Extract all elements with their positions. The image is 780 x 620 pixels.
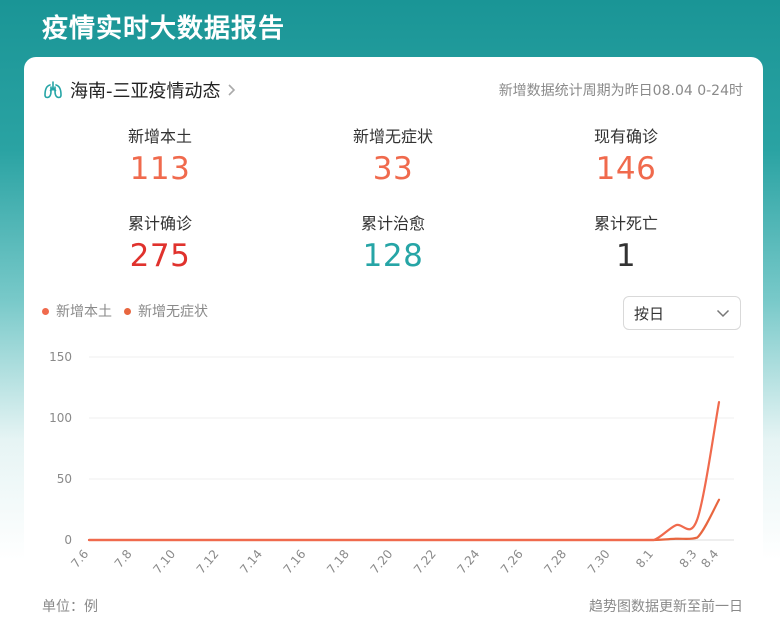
x-tick-label: 7.18	[324, 547, 352, 576]
legend-label: 新增本土	[56, 304, 112, 320]
stat-label: 累计确诊	[127, 214, 192, 233]
stat-total-deaths: 累计死亡 1	[526, 210, 726, 274]
y-tick-label: 100	[49, 411, 72, 425]
x-tick-label: 7.12	[194, 547, 222, 576]
chevron-down-icon	[716, 304, 730, 322]
region-title: 海南-三亚疫情动态	[70, 81, 221, 102]
legend-dot	[124, 307, 131, 315]
period-note: 新增数据统计周期为昨日08.04 0-24时	[498, 83, 743, 99]
x-tick-label: 8.4	[698, 547, 721, 571]
x-tick-label: 7.20	[368, 547, 396, 576]
stat-value: 1	[615, 238, 637, 274]
stat-value: 113	[129, 151, 191, 187]
x-tick-label: 7.22	[411, 547, 439, 576]
unit-label: 单位：例	[42, 599, 98, 615]
y-tick-label: 0	[64, 533, 72, 547]
chart-legend: 新增本土 新增无症状	[42, 301, 220, 321]
legend-item-new-asymptomatic[interactable]: 新增无症状	[124, 301, 208, 321]
legend-dot	[42, 307, 49, 315]
x-tick-label: 7.8	[112, 547, 135, 571]
x-tick-label: 7.30	[585, 547, 613, 576]
x-tick-label: 8.3	[677, 547, 700, 571]
x-tick-label: 7.14	[237, 547, 265, 576]
y-tick-label: 50	[57, 472, 72, 486]
stat-new-local: 新增本土 113	[60, 123, 260, 187]
stat-total-cured: 累计治愈 128	[293, 210, 493, 274]
stat-value: 33	[372, 151, 414, 187]
series-line	[87, 401, 721, 542]
stat-label: 累计治愈	[360, 214, 425, 233]
epidemic-card: 海南-三亚疫情动态 新增数据统计周期为昨日08.04 0-24时 新增本土 11…	[24, 57, 763, 620]
chevron-right-icon	[227, 83, 236, 97]
stat-label: 累计死亡	[593, 214, 658, 233]
y-tick-label: 150	[49, 350, 72, 364]
period-select[interactable]: 按日	[623, 296, 741, 330]
lung-icon	[42, 79, 64, 101]
stat-new-asymptomatic: 新增无症状 33	[293, 123, 493, 187]
x-tick-label: 7.24	[454, 547, 482, 576]
legend-item-new-local[interactable]: 新增本土	[42, 301, 112, 321]
region-header-link[interactable]: 海南-三亚疫情动态	[42, 77, 236, 103]
stat-current-confirmed: 现有确诊 146	[526, 123, 726, 187]
stat-total-confirmed: 累计确诊 275	[60, 210, 260, 274]
stat-label: 新增无症状	[352, 127, 433, 146]
stat-value: 146	[595, 151, 657, 187]
stat-label: 新增本土	[127, 127, 192, 146]
period-select-value: 按日	[634, 304, 665, 323]
x-tick-label: 7.26	[498, 547, 526, 576]
stat-label: 现有确诊	[593, 127, 658, 146]
series-line	[87, 498, 721, 542]
legend-label: 新增无症状	[138, 304, 208, 320]
x-tick-label: 7.16	[281, 547, 309, 576]
stat-value: 275	[129, 238, 191, 274]
x-tick-label: 7.6	[68, 547, 91, 571]
x-tick-label: 7.10	[150, 547, 178, 576]
update-note: 趋势图数据更新至前一日	[589, 599, 743, 615]
page-title: 疫情实时大数据报告	[42, 14, 286, 44]
trend-line-chart: 0 50 100 150 7.6 7.8 7.10 7.12 7.14 7.16 7.18 7.20 7…	[49, 350, 734, 576]
x-tick-label: 7.28	[541, 547, 569, 576]
x-tick-label: 8.1	[633, 547, 656, 571]
stat-value: 128	[362, 238, 424, 274]
